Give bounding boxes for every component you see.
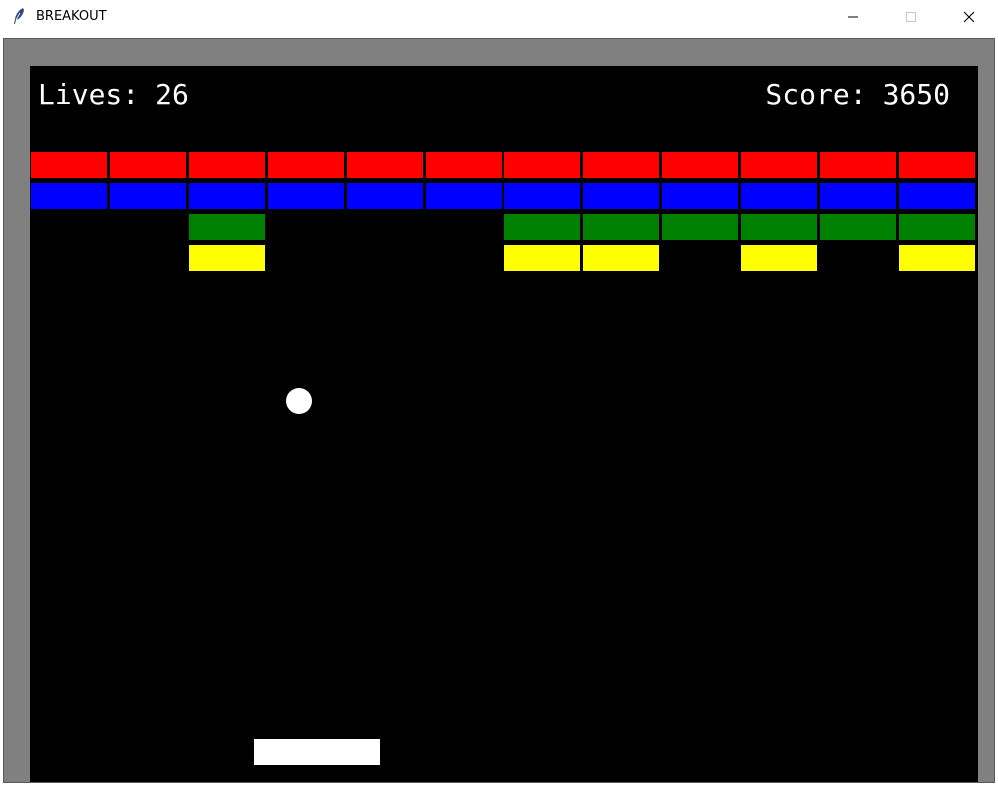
game-canvas[interactable]: Lives: 26 Score: 3650 [30, 66, 978, 782]
lives-value: 26 [155, 78, 189, 111]
brick-blue [268, 183, 344, 209]
brick-blue [820, 183, 896, 209]
brick-red [347, 152, 423, 178]
brick-blue [426, 183, 502, 209]
brick-red [741, 152, 817, 178]
brick-yellow [583, 245, 659, 271]
brick-red [583, 152, 659, 178]
minimize-icon [847, 11, 859, 23]
maximize-button[interactable] [888, 0, 934, 34]
brick-blue [899, 183, 975, 209]
maximize-icon [905, 11, 917, 23]
ball [286, 388, 312, 414]
brick-yellow [189, 245, 265, 271]
brick-green [504, 214, 580, 240]
score-value: 3650 [882, 78, 950, 111]
game-window: BREAKOUT Lives: 26 Score: 3650 [0, 0, 998, 785]
brick-red [31, 152, 107, 178]
brick-yellow [899, 245, 975, 271]
brick-yellow [504, 245, 580, 271]
lives-display: Lives: 26 [38, 78, 189, 112]
score-display: Score: 3650 [765, 78, 950, 112]
brick-green [820, 214, 896, 240]
close-button[interactable] [946, 0, 992, 34]
brick-blue [583, 183, 659, 209]
lives-label: Lives: [38, 78, 140, 111]
window-title: BREAKOUT [36, 9, 107, 24]
brick-red [189, 152, 265, 178]
feather-icon [10, 7, 28, 25]
title-bar[interactable]: BREAKOUT [0, 0, 998, 34]
brick-green [583, 214, 659, 240]
brick-red [899, 152, 975, 178]
brick-red [820, 152, 896, 178]
brick-green [189, 214, 265, 240]
brick-red [110, 152, 186, 178]
close-icon [963, 11, 975, 23]
brick-blue [662, 183, 738, 209]
brick-blue [189, 183, 265, 209]
brick-red [268, 152, 344, 178]
brick-blue [504, 183, 580, 209]
minimize-button[interactable] [830, 0, 876, 34]
brick-yellow [741, 245, 817, 271]
brick-green [741, 214, 817, 240]
brick-blue [31, 183, 107, 209]
brick-red [662, 152, 738, 178]
brick-blue [347, 183, 423, 209]
brick-green [899, 214, 975, 240]
brick-red [426, 152, 502, 178]
paddle[interactable] [254, 739, 380, 765]
brick-green [662, 214, 738, 240]
brick-red [504, 152, 580, 178]
brick-blue [110, 183, 186, 209]
brick-blue [741, 183, 817, 209]
score-label: Score: [765, 78, 867, 111]
